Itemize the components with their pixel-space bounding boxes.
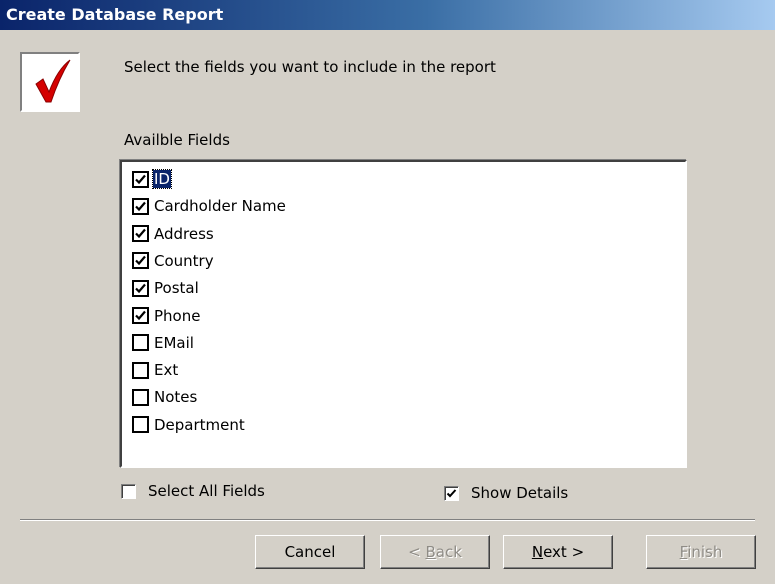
field-label: ID <box>152 169 172 189</box>
field-item-email[interactable]: EMail <box>132 330 195 356</box>
field-checkbox[interactable] <box>132 416 149 434</box>
window-title: Create Database Report <box>0 0 775 30</box>
back-button-label: < Back <box>408 543 462 561</box>
field-item-country[interactable]: Country <box>132 248 215 274</box>
field-item-address[interactable]: Address <box>132 221 215 247</box>
show-details-label: Show Details <box>471 484 569 502</box>
field-item-cardholder-name[interactable]: Cardholder Name <box>132 193 287 219</box>
red-checkmark-icon <box>20 52 80 112</box>
field-checkbox[interactable] <box>132 361 149 379</box>
field-label: Ext <box>154 361 179 380</box>
field-item-id[interactable]: ID <box>132 166 172 192</box>
field-item-notes[interactable]: Notes <box>132 384 198 410</box>
instruction-text: Select the fields you want to include in… <box>124 58 496 76</box>
field-label: Department <box>154 415 245 434</box>
field-item-phone[interactable]: Phone <box>132 303 201 329</box>
field-checkbox[interactable] <box>132 334 149 352</box>
field-item-postal[interactable]: Postal <box>132 275 200 301</box>
field-label: Postal <box>154 279 199 298</box>
button-separator <box>20 519 755 521</box>
finish-button[interactable]: Finish <box>646 535 756 569</box>
field-checkbox[interactable] <box>132 225 149 243</box>
cancel-button-label: Cancel <box>284 543 336 561</box>
select-all-fields-checkbox[interactable]: Select All Fields <box>121 482 265 500</box>
field-checkbox[interactable] <box>132 307 149 324</box>
show-details-checkbox[interactable]: Show Details <box>444 484 568 502</box>
field-label: EMail <box>154 333 194 352</box>
field-label: Address <box>154 224 214 243</box>
next-button[interactable]: Next > <box>503 535 613 569</box>
show-details-checkbox-box[interactable] <box>444 485 459 501</box>
field-label: Country <box>154 251 214 270</box>
select-all-checkbox-box[interactable] <box>121 483 136 499</box>
field-label: Cardholder Name <box>154 197 286 216</box>
available-fields-label: Availble Fields <box>124 131 230 149</box>
field-checkbox[interactable] <box>132 170 149 188</box>
field-item-department[interactable]: Department <box>132 412 246 438</box>
field-checkbox[interactable] <box>132 197 149 215</box>
field-item-ext[interactable]: Ext <box>132 357 179 383</box>
select-all-fields-label: Select All Fields <box>148 482 265 500</box>
back-button[interactable]: < Back <box>380 535 490 569</box>
field-checkbox[interactable] <box>132 388 149 406</box>
field-checkbox[interactable] <box>132 252 149 270</box>
field-label: Notes <box>154 388 198 407</box>
next-button-label: Next > <box>531 543 585 561</box>
field-checkbox[interactable] <box>132 279 149 297</box>
available-fields-list[interactable]: ID Cardholder Name Address Country Postal Pho… <box>120 160 687 468</box>
cancel-button[interactable]: Cancel <box>255 535 365 569</box>
finish-button-label: Finish <box>679 543 723 561</box>
field-label: Phone <box>154 306 201 325</box>
